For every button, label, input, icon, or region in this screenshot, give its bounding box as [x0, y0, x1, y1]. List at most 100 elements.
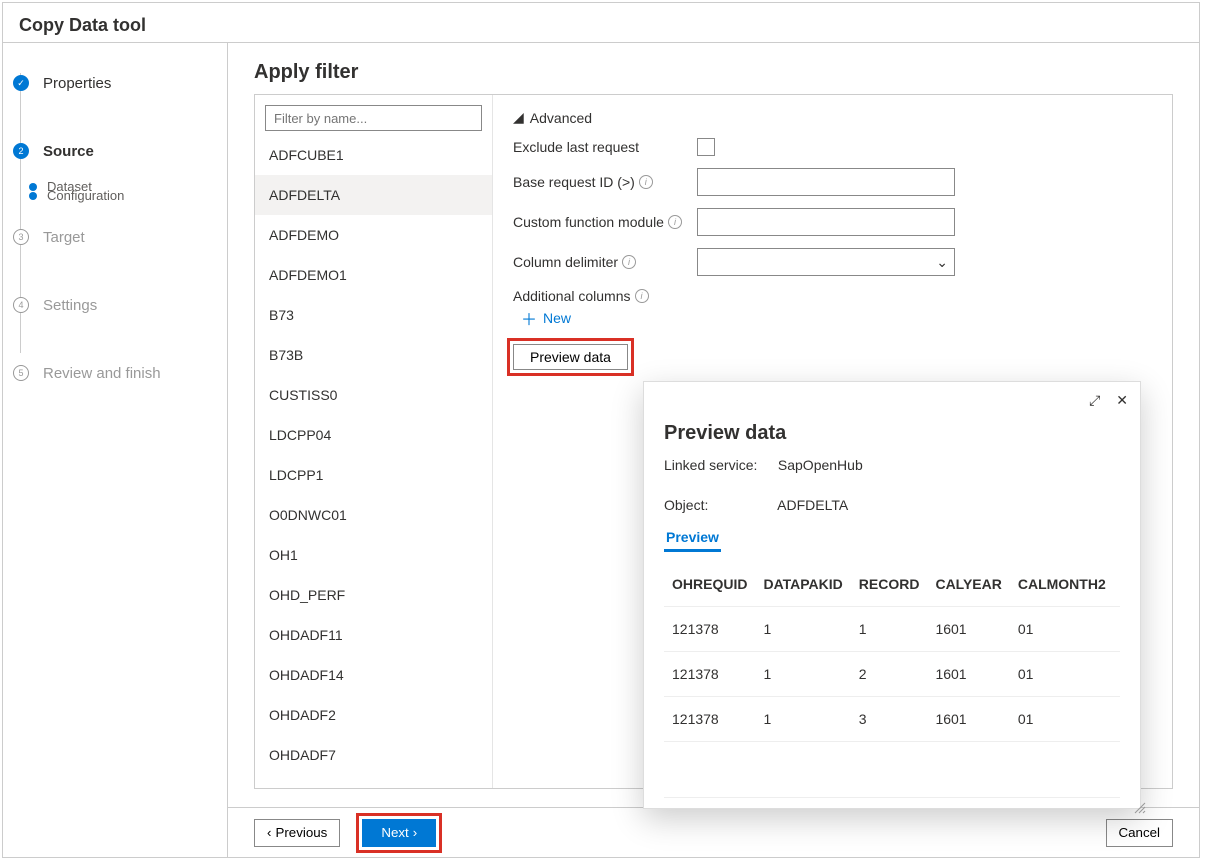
table-cell: 1	[755, 697, 850, 742]
table-row: 12137812160101CH02	[664, 652, 1120, 697]
object-label: Object:	[664, 497, 774, 513]
exclude-last-checkbox[interactable]	[697, 138, 715, 156]
previous-button[interactable]: ‹ Previous	[254, 819, 340, 847]
table-header: CALMONTH2	[1010, 562, 1114, 607]
close-icon[interactable]: ✕	[1116, 392, 1128, 409]
base-request-input[interactable]	[697, 168, 955, 196]
dataset-item[interactable]: O0DNWC01	[255, 495, 492, 535]
table-cell: 01	[1010, 607, 1114, 652]
linked-service-label: Linked service:	[664, 457, 774, 473]
step-label: Target	[43, 229, 85, 246]
table-header: DATAPAKID	[755, 562, 850, 607]
custom-function-input[interactable]	[697, 208, 955, 236]
step-number-icon: 3	[13, 229, 29, 245]
table-cell: 01	[1010, 652, 1114, 697]
chevron-left-icon: ‹	[267, 825, 271, 840]
advanced-label: Advanced	[530, 110, 592, 126]
popup-title: Preview data	[664, 422, 1120, 445]
step-number-icon: 4	[13, 297, 29, 313]
table-cell: 2	[851, 652, 928, 697]
page-title: Apply filter	[228, 43, 1199, 94]
step-label: Source	[43, 143, 94, 160]
table-header: OHREQUID	[664, 562, 755, 607]
dataset-list: ADFCUBE1ADFDELTAADFDEMOADFDEMO1B73B73BCU…	[255, 135, 492, 788]
linked-service-value: SapOpenHub	[778, 457, 863, 473]
object-value: ADFDELTA	[777, 497, 848, 513]
table-header: CALYEAR	[927, 562, 1009, 607]
step-settings[interactable]: 4 Settings	[13, 285, 227, 325]
info-icon[interactable]: i	[622, 255, 636, 269]
table-cell: 121378	[664, 652, 755, 697]
info-icon[interactable]: i	[639, 175, 653, 189]
dataset-item[interactable]: CUSTISS0	[255, 375, 492, 415]
substep-configuration[interactable]: Configuration	[47, 188, 227, 203]
previous-label: Previous	[275, 825, 327, 840]
chevron-right-icon: ›	[413, 825, 417, 840]
custom-function-label: Custom function module i	[513, 214, 697, 230]
table-cell: 1601	[927, 697, 1009, 742]
dataset-item[interactable]: OHDADF14	[255, 655, 492, 695]
info-icon[interactable]: i	[635, 289, 649, 303]
dataset-item[interactable]: OHDADF11	[255, 615, 492, 655]
dataset-item[interactable]: ADFDEMO1	[255, 255, 492, 295]
step-target[interactable]: 3 Target	[13, 217, 227, 257]
chevron-down-icon: ⌄	[936, 254, 948, 271]
table-cell: 121378	[664, 697, 755, 742]
table-cell: 1	[755, 607, 850, 652]
add-column-button[interactable]: ＋ New	[521, 306, 1172, 330]
step-properties[interactable]: ✓ Properties	[13, 63, 227, 103]
dataset-item[interactable]: B73B	[255, 335, 492, 375]
new-label: New	[543, 310, 571, 326]
dataset-item[interactable]: ADFDELTA	[255, 175, 492, 215]
cancel-button[interactable]: Cancel	[1106, 819, 1174, 847]
dataset-item[interactable]: ADFDEMO	[255, 215, 492, 255]
filter-input[interactable]	[265, 105, 482, 131]
table-header: /BIC/P	[1114, 562, 1120, 607]
dataset-item[interactable]: LDCPP1	[255, 455, 492, 495]
step-number-icon: 5	[13, 365, 29, 381]
table-cell: CH02	[1114, 652, 1120, 697]
preview-table: OHREQUIDDATAPAKIDRECORDCALYEARCALMONTH2/…	[664, 562, 1120, 742]
dataset-item[interactable]: B73	[255, 295, 492, 335]
step-label: Settings	[43, 297, 97, 314]
table-cell: 1	[755, 652, 850, 697]
info-icon[interactable]: i	[668, 215, 682, 229]
table-cell: 1601	[927, 607, 1009, 652]
table-cell: 3	[851, 697, 928, 742]
table-cell: 121378	[664, 607, 755, 652]
table-cell: 1	[851, 607, 928, 652]
collapse-icon: ◢	[513, 109, 524, 126]
additional-columns-label: Additional columns i	[513, 288, 697, 304]
preview-data-button[interactable]: Preview data	[513, 344, 628, 370]
dataset-item[interactable]: OHD_PERF	[255, 575, 492, 615]
next-label: Next	[381, 825, 408, 840]
dataset-item[interactable]: LDCPP04	[255, 415, 492, 455]
advanced-toggle[interactable]: ◢ Advanced	[513, 109, 1172, 126]
expand-icon[interactable]: ⤢	[1089, 392, 1100, 409]
column-delimiter-select[interactable]: ⌄	[697, 248, 955, 276]
plus-icon: ＋	[521, 306, 537, 330]
step-source[interactable]: 2 Source	[13, 131, 227, 171]
step-label: Properties	[43, 75, 111, 92]
table-header: RECORD	[851, 562, 928, 607]
resize-grip-icon[interactable]	[1132, 800, 1146, 814]
step-label: Review and finish	[43, 365, 161, 382]
dataset-item[interactable]: ADFCUBE1	[255, 135, 492, 175]
exclude-last-label: Exclude last request	[513, 139, 697, 155]
next-button[interactable]: Next ›	[362, 819, 436, 847]
dataset-item[interactable]: OHDADF7	[255, 735, 492, 775]
table-row: 12137813160101CH04	[664, 697, 1120, 742]
check-icon: ✓	[13, 75, 29, 91]
wizard-steps: ✓ Properties 2 Source Dataset Configurat…	[3, 43, 228, 857]
table-cell: 1601	[927, 652, 1009, 697]
preview-data-popup: ⤢ ✕ Preview data Linked service: SapOpen…	[643, 381, 1141, 809]
tab-preview[interactable]: Preview	[664, 525, 721, 552]
column-delimiter-label: Column delimiter i	[513, 254, 697, 270]
step-number-icon: 2	[13, 143, 29, 159]
table-row: 12137811160101CH02	[664, 607, 1120, 652]
dataset-item[interactable]: OHDADF2	[255, 695, 492, 735]
table-cell: CH04	[1114, 697, 1120, 742]
step-review[interactable]: 5 Review and finish	[13, 353, 227, 393]
base-request-label: Base request ID (>) i	[513, 174, 697, 190]
dataset-item[interactable]: OH1	[255, 535, 492, 575]
